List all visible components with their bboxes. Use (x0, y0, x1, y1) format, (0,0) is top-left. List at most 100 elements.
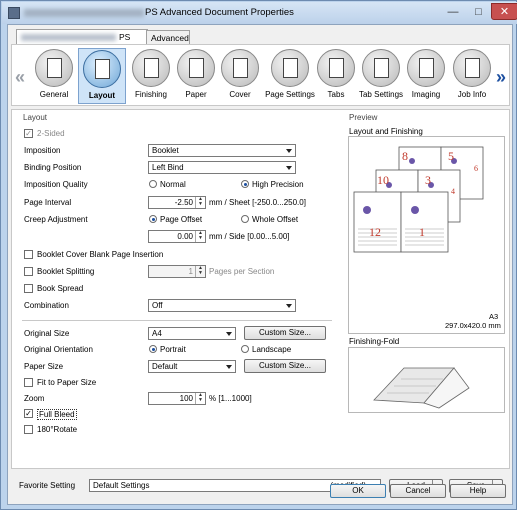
quality-high-radio[interactable] (241, 180, 249, 188)
dialog-client: PS Advanced « » General Layout Finishing… (7, 24, 513, 505)
chevron-down-icon (286, 149, 292, 153)
feature-label: Layout (88, 91, 116, 100)
original-size-value: A4 (152, 329, 162, 338)
cancel-button[interactable]: Cancel (390, 484, 446, 498)
fit-to-paper-checkbox[interactable] (24, 378, 33, 387)
zoom-unit: % [1...1000] (209, 394, 252, 403)
original-size-select[interactable]: A4 (148, 327, 236, 340)
page-number: 10 (377, 173, 389, 187)
page-number: 4 (451, 187, 455, 196)
chevron-down-icon (286, 166, 292, 170)
creep-stepper[interactable]: 0.00 ▲ ▼ (148, 230, 206, 243)
feature-general[interactable]: General (30, 48, 78, 104)
chevron-down-icon (226, 332, 232, 336)
booklet-splitting-checkbox[interactable] (24, 267, 33, 276)
creep-page-offset-label: Page Offset (160, 215, 203, 224)
spin-arrows-icon[interactable]: ▲ ▼ (195, 197, 205, 208)
fold-preview-image (373, 367, 470, 409)
page-interval-value: -2.50 (174, 198, 193, 207)
imposition-label: Imposition (24, 146, 61, 155)
two-sided-checkbox[interactable]: ✓ (24, 129, 33, 138)
finishing-fold-preview (348, 347, 505, 413)
page-interval-unit: mm / Sheet [-250.0...250.0] (209, 198, 306, 207)
paper-size-value: Default (152, 362, 178, 371)
dialog-window: PS Advanced Document Properties — □ ✕ PS… (0, 0, 517, 510)
imposition-value: Booklet (152, 146, 179, 155)
job-info-icon (453, 49, 491, 87)
feature-cover[interactable]: Cover (216, 48, 264, 104)
feature-tabs[interactable]: Tabs (312, 48, 360, 104)
page-number: 1 (419, 225, 425, 239)
favorite-setting-value: Default Settings (93, 481, 150, 490)
custom-paper-size-button[interactable]: Custom Size... (244, 359, 326, 373)
custom-size-button[interactable]: Custom Size... (244, 326, 326, 340)
rotate-checkbox[interactable] (24, 425, 33, 434)
layout-section-title: Layout (23, 113, 48, 122)
chevron-down-icon (286, 304, 292, 308)
tab-ps-label: PS (119, 32, 131, 42)
feature-layout[interactable]: Layout (78, 48, 126, 104)
spin-arrows-icon[interactable]: ▲ ▼ (195, 393, 205, 404)
feature-job-info[interactable]: Job Info (448, 48, 496, 104)
feature-tab-settings[interactable]: Tab Settings (354, 48, 408, 104)
paper-dimensions: 297.0x420.0 mm (445, 321, 501, 330)
split-pages-stepper[interactable]: 1 ▲ ▼ (148, 265, 206, 278)
divider (22, 320, 332, 321)
scroll-right-icon[interactable]: » (496, 67, 506, 88)
feature-finishing[interactable]: Finishing (127, 48, 175, 104)
landscape-radio[interactable] (241, 345, 249, 353)
book-spread-label: Book Spread (37, 284, 84, 293)
quality-normal-radio[interactable] (149, 180, 157, 188)
title-bar: PS Advanced Document Properties — □ ✕ (2, 2, 517, 24)
page-interval-stepper[interactable]: -2.50 ▲ ▼ (148, 196, 206, 209)
page-number: 5 (448, 149, 454, 163)
combination-label: Combination (24, 301, 69, 310)
help-button[interactable]: Help (450, 484, 506, 498)
original-size-label: Original Size (24, 329, 70, 338)
full-bleed-checkbox[interactable]: ✓ (24, 409, 33, 418)
paper-size-label: Paper Size (24, 362, 64, 371)
split-pages-unit: Pages per Section (209, 267, 275, 276)
book-spread-checkbox[interactable] (24, 284, 33, 293)
maximize-button[interactable]: □ (466, 3, 491, 20)
zoom-stepper[interactable]: 100 ▲ ▼ (148, 392, 206, 405)
landscape-label: Landscape (252, 345, 292, 354)
feature-label: Imaging (411, 90, 441, 99)
paper-size-name: A3 (489, 312, 499, 321)
imposition-select[interactable]: Booklet (148, 144, 296, 157)
scroll-left-icon[interactable]: « (15, 67, 25, 88)
ok-button[interactable]: OK (330, 484, 386, 498)
creep-whole-offset-label: Whole Offset (252, 215, 299, 224)
imposition-quality-label: Imposition Quality (24, 180, 88, 189)
portrait-radio[interactable] (149, 345, 157, 353)
feature-label: General (39, 90, 69, 99)
feature-page-settings[interactable]: Page Settings (262, 48, 318, 104)
paper-size-select[interactable]: Default (148, 360, 236, 373)
creep-whole-offset-radio[interactable] (241, 215, 249, 223)
full-bleed-label: Full Bleed (37, 409, 77, 420)
tab-advanced[interactable]: Advanced (146, 30, 190, 44)
feature-imaging[interactable]: Imaging (402, 48, 450, 104)
creep-unit: mm / Side [0.00...5.00] (209, 232, 290, 241)
creep-value: 0.00 (177, 232, 193, 241)
creep-page-offset-radio[interactable] (149, 215, 157, 223)
imaging-icon (407, 49, 445, 87)
binding-position-select[interactable]: Left Bind (148, 161, 296, 174)
feature-label: Tabs (327, 90, 345, 99)
two-sided-label: 2-Sided (37, 129, 65, 138)
feature-paper[interactable]: Paper (172, 48, 220, 104)
close-button[interactable]: ✕ (491, 3, 517, 20)
favorite-setting-label: Favorite Setting (19, 481, 76, 490)
spin-arrows-icon[interactable]: ▲ ▼ (195, 266, 205, 277)
zoom-label: Zoom (24, 394, 45, 403)
page-number: 8 (402, 149, 408, 163)
spin-arrows-icon[interactable]: ▲ ▼ (195, 231, 205, 242)
cover-icon (221, 49, 259, 87)
page-interval-label: Page Interval (24, 198, 72, 207)
tab-ps[interactable]: PS (16, 29, 148, 44)
feature-label: Tab Settings (358, 90, 404, 99)
booklet-cover-checkbox[interactable] (24, 250, 33, 259)
minimize-button[interactable]: — (440, 3, 466, 20)
feature-label: Page Settings (265, 90, 315, 99)
combination-select[interactable]: Off (148, 299, 296, 312)
